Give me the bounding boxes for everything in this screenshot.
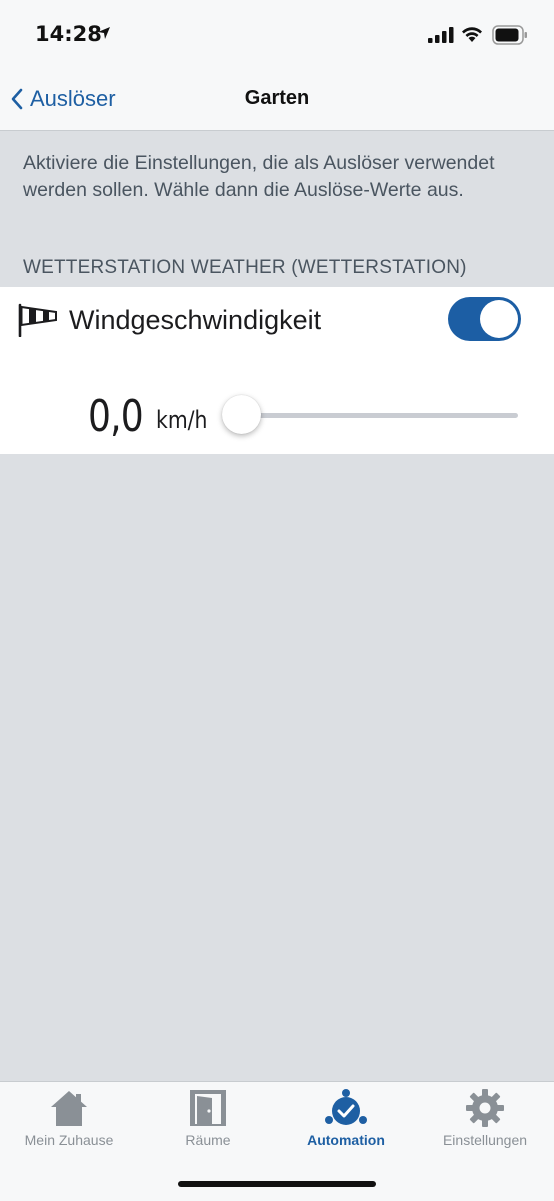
gear-icon (466, 1089, 504, 1127)
home-icon (51, 1091, 87, 1126)
automation-icon (325, 1089, 367, 1125)
tab-label: Räume (185, 1132, 231, 1148)
speed-value: 0,0 (88, 391, 144, 442)
wifi-icon (462, 27, 482, 42)
tab-mein-zuhause[interactable]: Mein Zuhause (0, 1088, 138, 1158)
status-time: 14:28 (35, 22, 102, 46)
toggle-knob (480, 300, 518, 338)
cellular-signal-icon (428, 27, 454, 43)
instruction-text: Aktiviere die Einstellungen, die als Aus… (23, 152, 495, 201)
tab-label: Automation (307, 1132, 385, 1148)
battery-icon (492, 25, 527, 45)
door-icon (190, 1090, 226, 1126)
tab-raeume[interactable]: Räume (139, 1088, 277, 1158)
status-bar: 14:28 (0, 0, 554, 70)
tab-einstellungen[interactable]: Einstellungen (416, 1088, 554, 1158)
tab-label: Einstellungen (442, 1132, 528, 1148)
threshold-row: 0,0 km/h (0, 387, 554, 447)
speed-slider-track[interactable] (242, 413, 518, 418)
trigger-card: Windgeschwindigkeit 0,0 km/h (0, 287, 554, 454)
tab-automation[interactable]: Automation (277, 1088, 415, 1158)
speed-slider-thumb[interactable] (222, 395, 261, 434)
location-arrow-icon (98, 27, 110, 39)
navigation-bar: Auslöser Garten (0, 70, 554, 131)
windsock-icon (18, 303, 57, 337)
trigger-label: Windgeschwindigkeit (69, 305, 322, 335)
speed-unit: km/h (156, 406, 208, 434)
trigger-toggle[interactable] (448, 297, 521, 341)
tab-label: Mein Zuhause (24, 1132, 114, 1148)
home-indicator (178, 1181, 376, 1187)
page-title: Garten (244, 87, 310, 109)
section-header: WETTERSTATION WEATHER (WETTERSTATION) (23, 257, 467, 278)
